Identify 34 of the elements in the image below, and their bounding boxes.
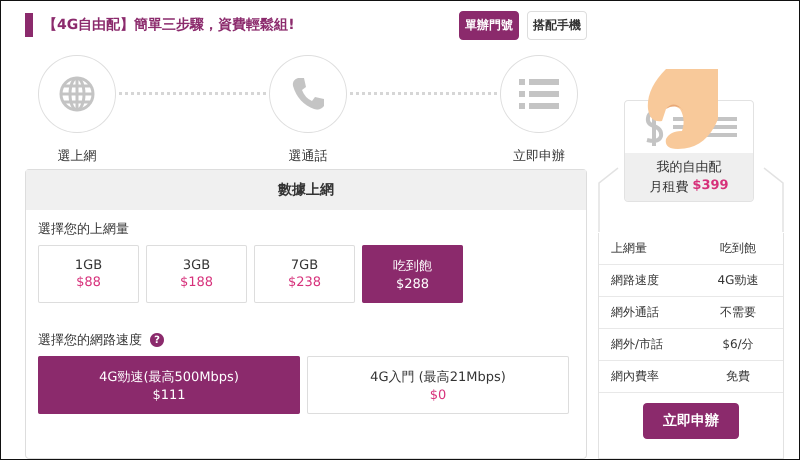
summary-label: 網內費率 xyxy=(611,368,660,385)
data-option[interactable]: 7GB $238 xyxy=(254,245,355,304)
step-label: 立即申辦 xyxy=(513,148,565,165)
card-title: 我的自由配 xyxy=(656,159,722,176)
panel-title: 數據上網 xyxy=(26,170,586,210)
accent-bar xyxy=(25,13,33,37)
summary-label: 網外通話 xyxy=(611,304,660,321)
summary-value: 免費 xyxy=(725,368,751,385)
fee-label: 月租費 xyxy=(649,179,688,196)
page-title: 【4G自由配】簡單三步驟，資費輕鬆組! xyxy=(43,16,296,34)
summary-value: 不需要 xyxy=(719,304,757,321)
apply-button[interactable]: 立即申辦 xyxy=(643,403,739,439)
speed-option[interactable]: 4G勁速(最高500Mbps) $111 xyxy=(38,356,300,414)
speed-option[interactable]: 4G入門 (最高21Mbps) $0 xyxy=(307,356,569,414)
data-option[interactable]: 1GB $88 xyxy=(38,245,139,304)
phone-icon xyxy=(290,76,326,112)
list-icon xyxy=(519,79,559,109)
fee-amount: $399 xyxy=(692,178,729,195)
section-label: 選擇您的網路速度 xyxy=(38,332,142,350)
globe-icon xyxy=(58,75,96,113)
summary-label: 上網量 xyxy=(611,240,648,257)
step-label: 選上網 xyxy=(58,148,96,165)
step-label: 選通話 xyxy=(288,148,328,165)
mode-tab[interactable]: 搭配手機 xyxy=(527,10,587,40)
help-icon[interactable]: ? xyxy=(150,333,164,348)
summary-value: $6/分 xyxy=(721,336,755,353)
summary-label: 網外/市話 xyxy=(611,336,664,353)
data-option[interactable]: 3GB $188 xyxy=(146,245,247,304)
mode-tab[interactable]: 單辦門號 xyxy=(459,10,519,40)
summary-value: 吃到飽 xyxy=(719,240,757,257)
data-option[interactable]: 吃到飽 $288 xyxy=(362,245,463,304)
section-label: 選擇您的上網量 xyxy=(38,221,130,238)
summary-value: 4G勁速 xyxy=(716,272,760,289)
summary-label: 網路速度 xyxy=(611,272,660,289)
